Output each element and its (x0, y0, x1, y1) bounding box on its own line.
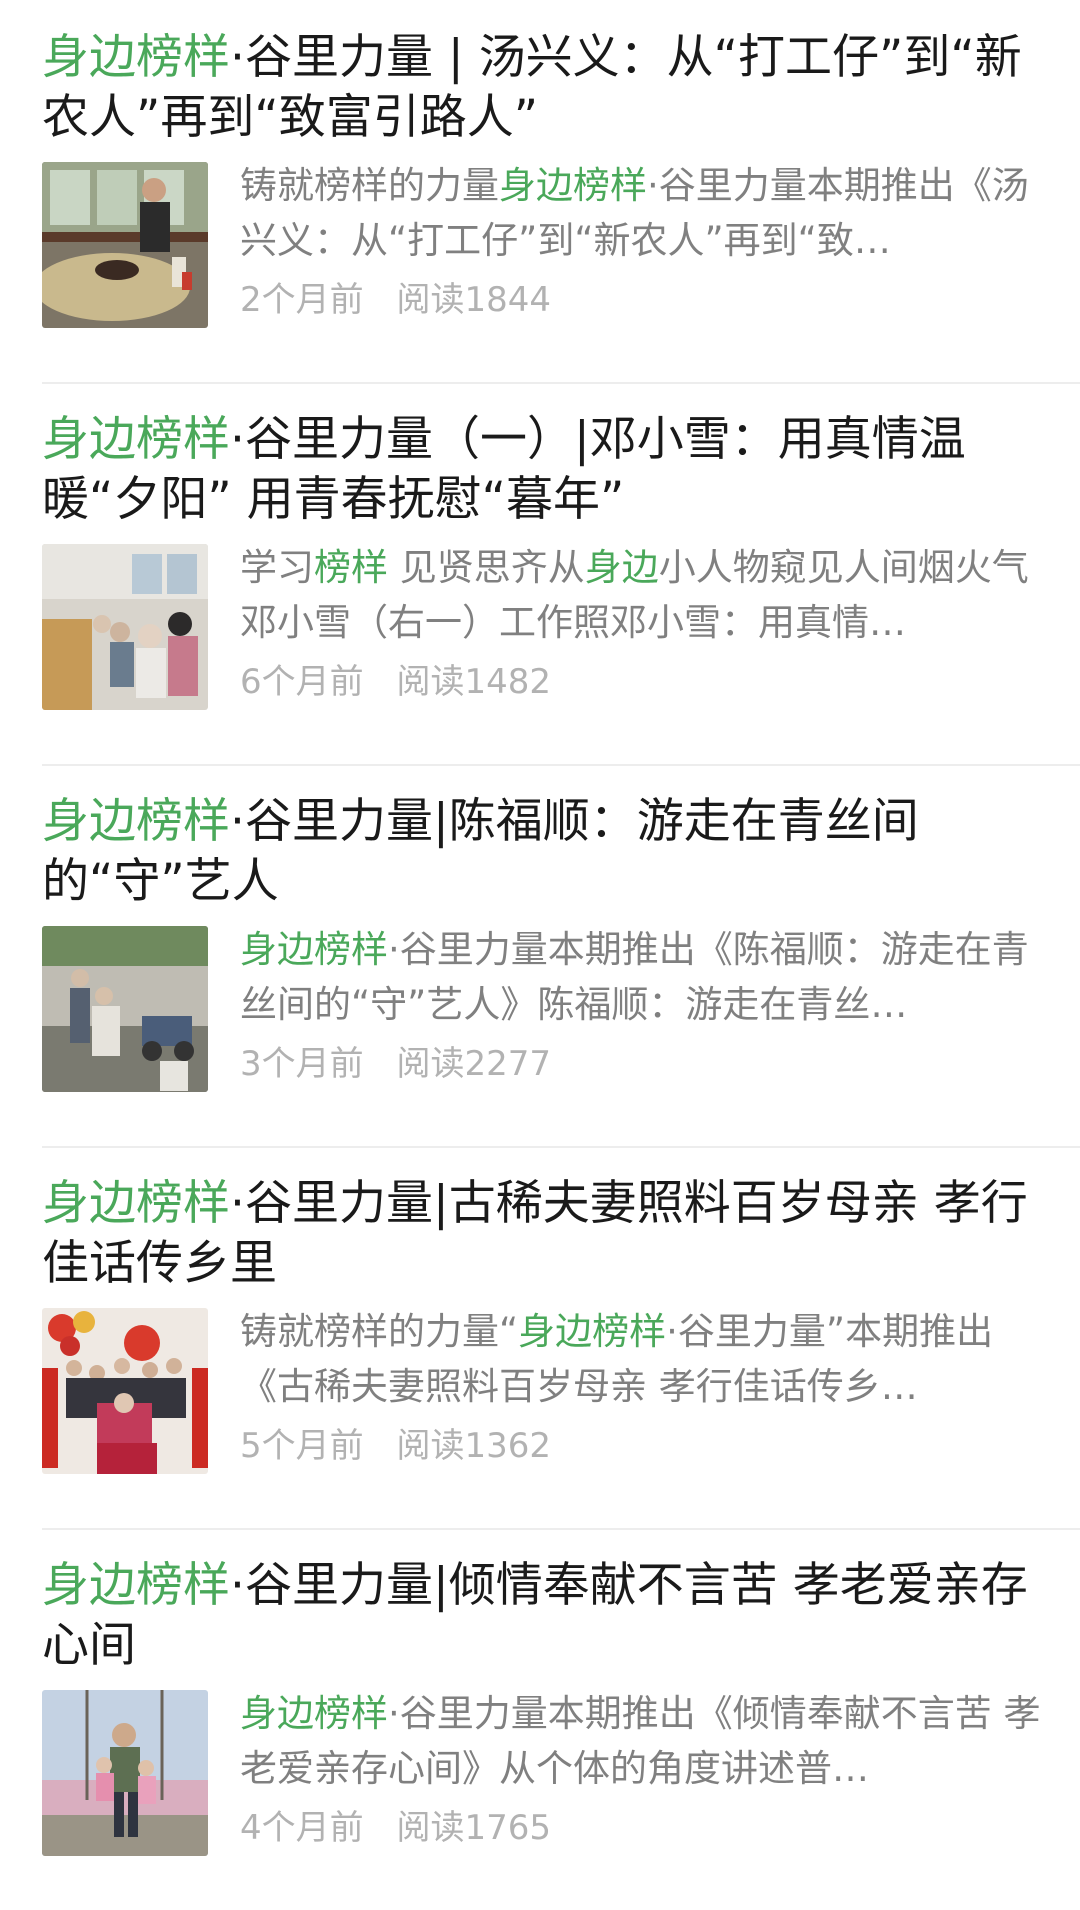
publish-time: 5个月前 (240, 1426, 364, 1466)
article-summary: 铸就榜样的力量身边榜样·谷里力量本期推出《汤兴义：从“打工仔”到“新农人”再到“… (240, 164, 1029, 262)
publish-time: 6个月前 (240, 662, 364, 702)
thumbnail-photo-nursing-home-icon (42, 544, 208, 710)
article-meta: 4个月前 阅读1765 (240, 1808, 1050, 1848)
article-title[interactable]: 身边榜样·谷里力量|陈福顺：游走在青丝间的“守”艺人 (42, 792, 1042, 912)
article-summary: 身边榜样·谷里力量本期推出《陈福顺：游走在青丝间的“守”艺人》陈福顺：游走在青丝… (240, 928, 1029, 1026)
article-thumbnail[interactable] (42, 544, 208, 710)
article-meta: 6个月前 阅读1482 (240, 662, 1050, 702)
thumbnail-photo-barber-icon (42, 926, 208, 1092)
list-item[interactable]: 身边榜样·谷里力量|陈福顺：游走在青丝间的“守”艺人 身边榜样·谷里力量本期推出… (0, 764, 1080, 1146)
article-thumbnail[interactable] (42, 1308, 208, 1474)
article-meta: 5个月前 阅读1362 (240, 1426, 1050, 1466)
title-highlight: 身边榜样 (42, 794, 230, 849)
article-list: 身边榜样·谷里力量 | 汤兴义：从“打工仔”到“新农人”再到“致富引路人” 铸就… (0, 0, 1080, 1910)
article-title[interactable]: 身边榜样·谷里力量|倾情奉献不言苦 孝老爱亲存心间 (42, 1556, 1042, 1676)
article-title[interactable]: 身边榜样·谷里力量|古稀夫妻照料百岁母亲 孝行佳话传乡里 (42, 1174, 1042, 1294)
article-thumbnail[interactable] (42, 926, 208, 1092)
title-highlight: 身边榜样 (42, 1558, 230, 1613)
publish-time: 2个月前 (240, 280, 364, 320)
publish-time: 3个月前 (240, 1044, 364, 1084)
publish-time: 4个月前 (240, 1808, 364, 1848)
article-meta: 2个月前 阅读1844 (240, 280, 1050, 320)
list-item[interactable]: 身边榜样·谷里力量 | 汤兴义：从“打工仔”到“新农人”再到“致富引路人” 铸就… (0, 0, 1080, 382)
article-thumbnail[interactable] (42, 162, 208, 328)
thumbnail-photo-kitchen-icon (42, 162, 208, 328)
list-item[interactable]: 身边榜样·谷里力量|倾情奉献不言苦 孝老爱亲存心间 身边榜样·谷里力量本期推出《… (0, 1528, 1080, 1910)
read-count: 阅读1844 (396, 280, 551, 320)
article-summary: 学习榜样 见贤思齐从身边小人物窥见人间烟火气邓小雪（右一）工作照邓小雪：用真情… (240, 546, 1029, 644)
thumbnail-photo-swing-icon (42, 1690, 208, 1856)
read-count: 阅读1765 (396, 1808, 551, 1848)
read-count: 阅读1482 (396, 662, 551, 702)
article-thumbnail[interactable] (42, 1690, 208, 1856)
article-summary: 身边榜样·谷里力量本期推出《倾情奉献不言苦 孝老爱亲存心间》从个体的角度讲述普… (240, 1692, 1041, 1790)
thumbnail-photo-family-birthday-icon (42, 1308, 208, 1474)
article-title[interactable]: 身边榜样·谷里力量（一）|邓小雪：用真情温暖“夕阳” 用青春抚慰“暮年” (42, 410, 1042, 530)
title-highlight: 身边榜样 (42, 412, 230, 467)
list-item[interactable]: 身边榜样·谷里力量|古稀夫妻照料百岁母亲 孝行佳话传乡里 铸就榜样的力量“身边榜… (0, 1146, 1080, 1528)
title-highlight: 身边榜样 (42, 30, 230, 85)
list-item[interactable]: 身边榜样·谷里力量（一）|邓小雪：用真情温暖“夕阳” 用青春抚慰“暮年” 学习榜… (0, 382, 1080, 764)
article-summary: 铸就榜样的力量“身边榜样·谷里力量”本期推出《古稀夫妻照料百岁母亲 孝行佳话传乡… (240, 1310, 994, 1408)
read-count: 阅读2277 (396, 1044, 551, 1084)
title-highlight: 身边榜样 (42, 1176, 230, 1231)
article-meta: 3个月前 阅读2277 (240, 1044, 1050, 1084)
read-count: 阅读1362 (396, 1426, 551, 1466)
article-title[interactable]: 身边榜样·谷里力量 | 汤兴义：从“打工仔”到“新农人”再到“致富引路人” (42, 28, 1042, 148)
